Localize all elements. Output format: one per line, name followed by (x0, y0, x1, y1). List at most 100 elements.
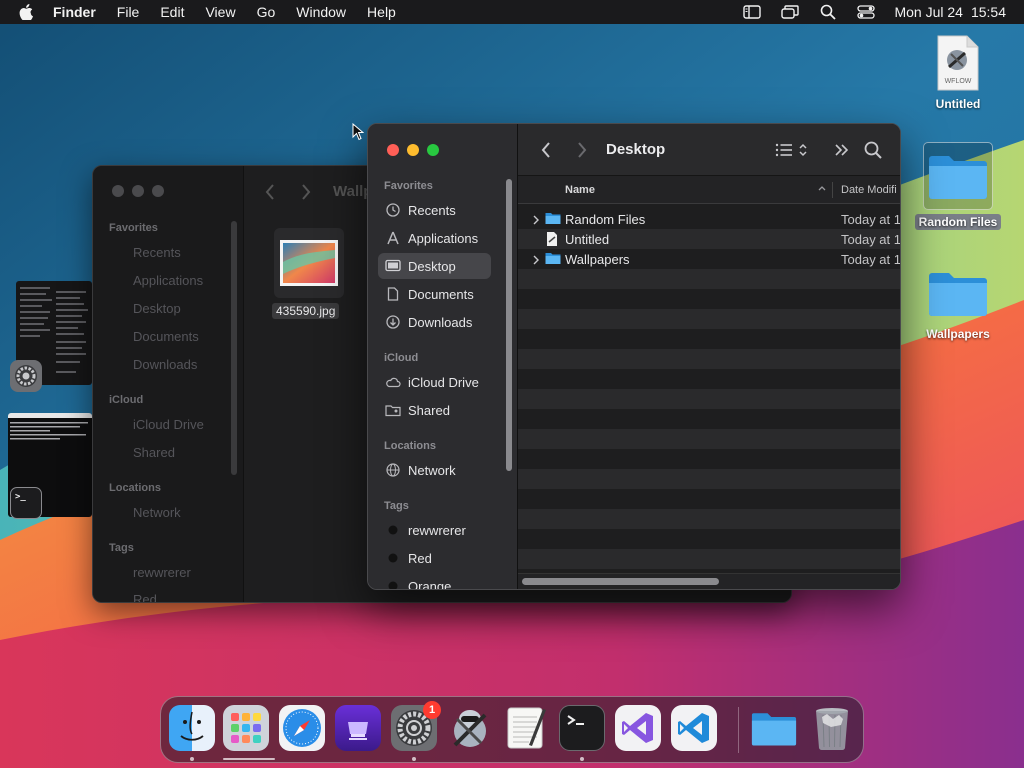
menu-date[interactable]: Mon Jul 24 (894, 4, 962, 20)
forward-arrow-icon[interactable] (572, 140, 592, 160)
terminal-icon (567, 715, 584, 725)
menu-app-name[interactable]: Finder (53, 4, 96, 20)
clock-icon (385, 202, 401, 218)
apple-menu-icon[interactable] (17, 3, 35, 21)
empty-row (518, 509, 900, 529)
list-row-wallpapers[interactable]: Wallpapers Today at 1 (518, 249, 900, 269)
settings-preview-icon[interactable] (10, 360, 42, 392)
terminal-preview-icon[interactable]: >_ (10, 487, 42, 519)
column-divider[interactable] (832, 182, 833, 198)
back-arrow-icon[interactable] (536, 140, 556, 160)
network-icon (385, 462, 401, 478)
window-stack-icon[interactable] (780, 4, 800, 20)
menu-window[interactable]: Window (296, 4, 346, 20)
back-sidebar-item-desktop[interactable]: Desktop (133, 301, 181, 316)
dock-app-finder[interactable] (169, 705, 215, 751)
folder-icon (545, 211, 561, 225)
dock-app-textedit[interactable] (503, 705, 549, 751)
menu-help[interactable]: Help (367, 4, 396, 20)
sidebar-item-desktop[interactable]: Desktop (378, 253, 491, 279)
disclosure-chevron-right-icon[interactable] (532, 253, 540, 268)
more-chevron-icon[interactable] (832, 140, 852, 160)
launchpad-icon (231, 713, 261, 743)
back-sidebar-scrollbar[interactable] (231, 221, 237, 475)
file-label[interactable]: 435590.jpg (272, 303, 340, 319)
back-arrow-icon[interactable] (264, 183, 276, 206)
sidebar-toggle-icon[interactable] (742, 4, 762, 20)
list-row-random-files[interactable]: Random Files Today at 1 (518, 209, 900, 229)
back-sidebar-item-recents[interactable]: Recents (133, 245, 181, 260)
view-options-icon[interactable] (774, 140, 812, 160)
download-icon (385, 314, 401, 330)
sidebar-item-icloud-drive[interactable]: iCloud Drive (378, 369, 491, 395)
dock-app-terminal[interactable] (559, 705, 605, 751)
close-button[interactable] (112, 185, 124, 197)
sidebar-item-recents[interactable]: Recents (378, 197, 491, 223)
desktop-icon (385, 258, 401, 274)
sidebar-tag-rewwrerer[interactable]: rewwrerer (378, 517, 491, 543)
menu-view[interactable]: View (205, 4, 235, 20)
tag-dot-icon (385, 578, 401, 589)
menu-file[interactable]: File (117, 4, 140, 20)
minimize-button[interactable] (407, 144, 419, 156)
sidebar-item-applications[interactable]: Applications (378, 225, 491, 251)
search-icon[interactable] (863, 140, 883, 160)
finder-icon (180, 711, 204, 741)
disclosure-chevron-right-icon[interactable] (532, 213, 540, 228)
dock-app-launchpad[interactable] (223, 705, 269, 751)
dock-app-system-settings[interactable]: 1 (391, 701, 441, 751)
cloud-icon (385, 374, 401, 390)
file-thumbnail[interactable] (274, 228, 344, 298)
dock-app-configurator[interactable] (335, 705, 381, 751)
sidebar-item-documents[interactable]: Documents (378, 281, 491, 307)
sidebar-scrollbar[interactable] (506, 179, 512, 471)
sidebar-tag-orange[interactable]: Orange (378, 573, 491, 589)
sidebar-item-downloads[interactable]: Downloads (378, 309, 491, 335)
finder-window-desktop[interactable]: Favorites Recents Applications Desktop D… (367, 123, 901, 590)
zoom-button[interactable] (427, 144, 439, 156)
sort-chevron-up-icon[interactable] (817, 183, 827, 196)
back-sidebar-item-downloads[interactable]: Downloads (133, 357, 197, 372)
minimize-button[interactable] (132, 185, 144, 197)
sidebar-item-shared[interactable]: Shared (378, 397, 491, 423)
control-center-icon[interactable] (856, 4, 876, 20)
dock-app-visual-studio[interactable] (615, 705, 661, 751)
back-sidebar-item-shared[interactable]: Shared (133, 445, 175, 460)
back-sidebar-tag-red[interactable]: Red (133, 592, 157, 602)
dock-folder-downloads[interactable] (751, 705, 797, 751)
back-sidebar-item-icloud-drive[interactable]: iCloud Drive (133, 417, 204, 432)
forward-arrow-icon[interactable] (300, 183, 312, 206)
column-date-modified[interactable]: Date Modifi (841, 184, 897, 196)
back-sidebar-item-network[interactable]: Network (133, 505, 181, 520)
desktop-item-wallpapers[interactable]: Wallpapers (913, 264, 1003, 343)
desktop-item-untitled[interactable]: WFLOW Untitled (913, 34, 1003, 113)
list-row-untitled[interactable]: Untitled Today at 1 (518, 229, 900, 249)
menu-edit[interactable]: Edit (160, 4, 184, 20)
notification-badge: 1 (423, 701, 441, 719)
image-file-icon (280, 240, 338, 286)
document-icon (385, 286, 401, 302)
close-button[interactable] (387, 144, 399, 156)
dock-app-automator[interactable] (447, 705, 493, 751)
back-sidebar-item-applications[interactable]: Applications (133, 273, 203, 288)
back-sidebar-item-documents[interactable]: Documents (133, 329, 199, 344)
zoom-button[interactable] (152, 185, 164, 197)
sidebar-item-label: Shared (408, 402, 450, 418)
column-name[interactable]: Name (565, 184, 595, 196)
folder-icon (545, 251, 561, 265)
dock-trash[interactable] (809, 705, 855, 751)
file-date: Today at 1 (841, 212, 901, 227)
sidebar-tag-red[interactable]: Red (378, 545, 491, 571)
finder-content: Desktop Name Date Modifi Random Files To… (517, 124, 900, 589)
horizontal-scrollbar[interactable] (522, 578, 719, 585)
safari-icon (283, 709, 321, 747)
desktop-item-random-files[interactable]: Random Files (913, 142, 1003, 231)
dock-app-vscode[interactable] (671, 705, 717, 751)
empty-row (518, 549, 900, 569)
back-sidebar-tag-rewwrerer[interactable]: rewwrerer (133, 565, 191, 580)
menu-clock[interactable]: 15:54 (971, 4, 1006, 20)
sidebar-item-network[interactable]: Network (378, 457, 491, 483)
dock-app-safari[interactable] (279, 705, 325, 751)
spotlight-search-icon[interactable] (818, 4, 838, 20)
menu-go[interactable]: Go (257, 4, 276, 20)
